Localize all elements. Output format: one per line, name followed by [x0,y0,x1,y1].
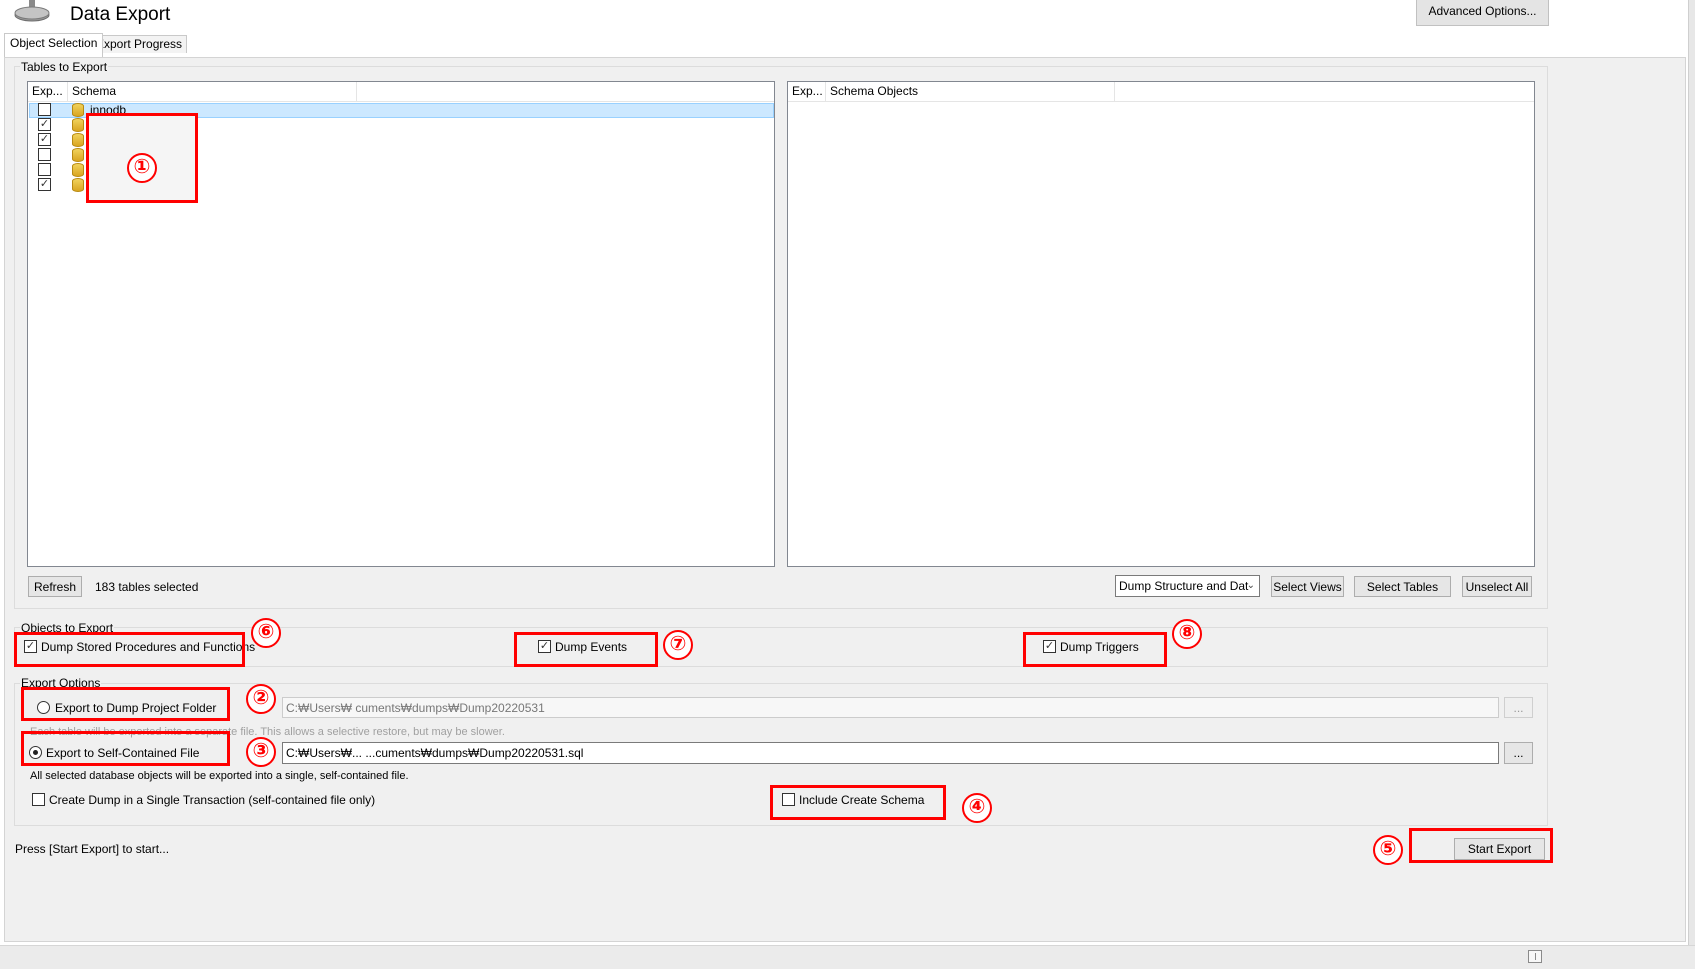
database-icon [72,148,84,162]
database-icon [72,118,84,132]
annotation-number-3: ③ [246,737,276,767]
panel-toggle-icon[interactable] [1528,950,1542,963]
file-note: All selected database objects will be ex… [30,770,409,782]
annotation-number-4: ④ [962,793,992,823]
schema-checkbox[interactable]: ✓ [38,118,51,131]
schema-checkbox[interactable]: ✓ [38,133,51,146]
tables-selected-count: 183 tables selected [95,580,199,594]
database-icon [72,163,84,177]
single-transaction-label[interactable]: Create Dump in a Single Transaction (sel… [49,793,375,807]
schema-checkbox[interactable]: ✓ [38,178,51,191]
advanced-options-button[interactable]: Advanced Options... [1416,0,1549,26]
schema-objects-header: Exp... Schema Objects [788,82,1534,102]
schema-objects-list[interactable]: Exp... Schema Objects [787,81,1535,567]
annotation-number-8: ⑧ [1172,619,1202,649]
dump-type-select[interactable]: Dump Structure and Dat ⌄ [1115,575,1260,597]
tables-group-label: Tables to Export [20,60,109,74]
app-logo-icon [14,0,50,24]
schema-checkbox[interactable] [38,103,51,116]
dump-type-value: Dump Structure and Dat [1119,579,1249,593]
annotation-box-4 [770,785,946,820]
browse-folder-button[interactable]: ... [1504,697,1533,718]
annotation-box-6 [14,632,245,667]
annotation-box-7 [514,632,658,667]
tab-object-selection[interactable]: Object Selection [4,33,104,57]
database-icon [72,178,84,192]
status-bar [0,945,1695,969]
export-status-text: Press [Start Export] to start... [15,842,170,856]
single-transaction-checkbox[interactable] [32,793,45,806]
annotation-number-2: ② [246,684,276,714]
annotation-box-8 [1023,632,1167,667]
unselect-all-button[interactable]: Unselect All [1462,576,1532,597]
folder-path-input[interactable]: C:₩Users₩ cuments₩dumps₩Dump20220531 [282,697,1499,718]
select-tables-button[interactable]: Select Tables [1354,576,1451,597]
refresh-button[interactable]: Refresh [28,576,82,597]
browse-file-button[interactable]: ... [1504,742,1533,764]
database-icon [72,103,84,117]
annotation-number-7: ⑦ [663,630,693,660]
chevron-down-icon: ⌄ [1246,580,1255,591]
file-path-input[interactable]: C:₩Users₩... ...cuments₩dumps₩Dump202205… [282,742,1499,764]
page-title: Data Export [70,4,171,25]
schema-checkbox[interactable] [38,163,51,176]
schema-list-header: Exp... Schema [28,82,774,102]
column-schema[interactable]: Schema [68,82,357,102]
tab-export-progress[interactable]: Export Progress [91,35,188,53]
annotation-box-3 [21,731,230,766]
annotation-box-5 [1409,828,1553,863]
annotation-box-2 [21,687,230,721]
column-export[interactable]: Exp... [788,82,826,102]
window-edge [1688,0,1695,945]
annotation-number-5: ⑤ [1373,835,1403,865]
annotation-number-6: ⑥ [251,618,281,648]
annotation-number-1: ① [127,153,157,183]
database-icon [72,133,84,147]
select-views-button[interactable]: Select Views [1271,576,1344,597]
column-schema-objects[interactable]: Schema Objects [826,82,1115,102]
schema-checkbox[interactable] [38,148,51,161]
column-export[interactable]: Exp... [28,82,68,102]
